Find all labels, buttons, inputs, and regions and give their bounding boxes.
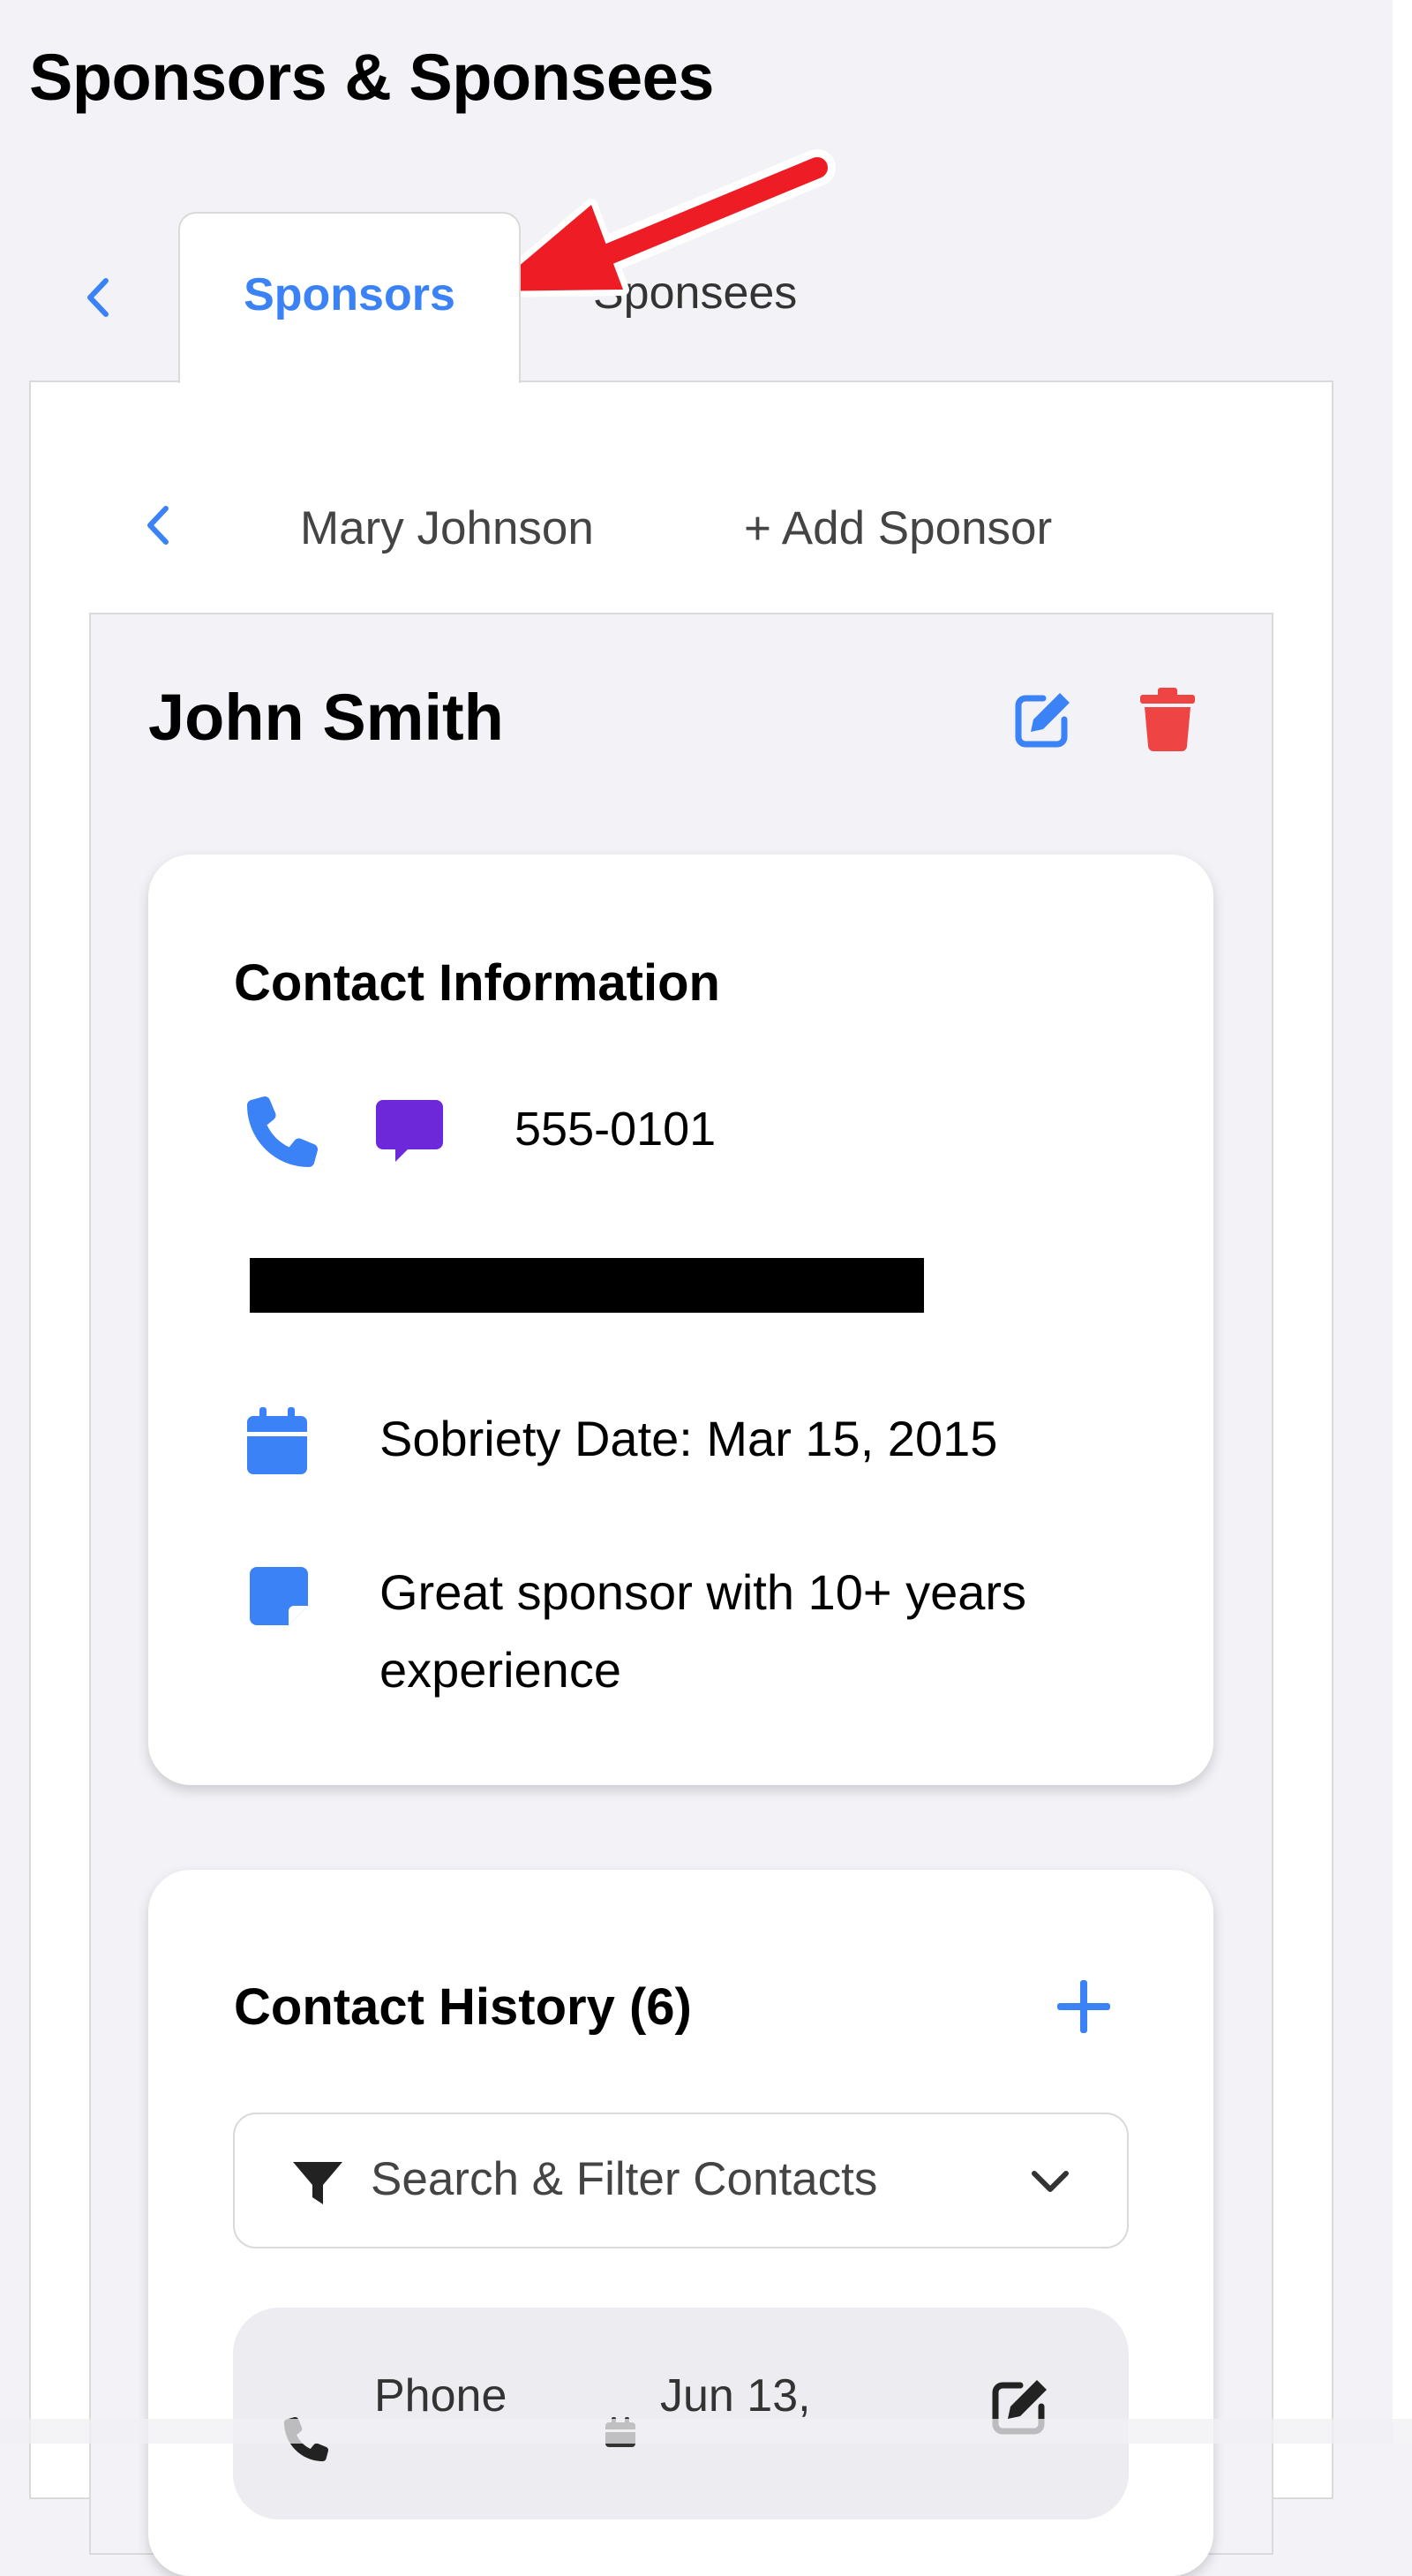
phone-icon[interactable] [247, 1096, 318, 1167]
sponsor-tab-mary-johnson[interactable]: Mary Johnson [300, 501, 594, 555]
sponsor-tab-bar: Mary Johnson + Add Sponsor [0, 477, 1412, 583]
add-sponsor-button[interactable]: + Add Sponsor [744, 501, 1052, 555]
history-item-type: Phone [374, 2370, 507, 2422]
plus-icon[interactable] [1052, 1975, 1115, 2038]
tab-sponsees[interactable]: Sponsees [593, 267, 797, 320]
bottom-fade [0, 2419, 1412, 2444]
message-icon[interactable] [374, 1096, 445, 1167]
tab-sponsors[interactable]: Sponsors [178, 212, 521, 383]
tab-sponsors-label: Sponsors [244, 269, 455, 320]
sponsor-notes: Great sponsor with 10+ years experience [379, 1564, 1027, 1698]
contact-history-title: Contact History (6) [234, 1978, 692, 2036]
chevron-left-icon[interactable] [141, 503, 176, 547]
contact-information-title: Contact Information [234, 954, 720, 1012]
chevron-left-icon[interactable] [81, 275, 116, 320]
filter-icon [293, 2162, 342, 2204]
outer-tab-bar: Sponsors Sponsees [0, 212, 1412, 383]
phone-number: 555-0101 [514, 1103, 717, 1156]
note-icon [250, 1567, 308, 1625]
chevron-down-icon [1032, 2171, 1069, 2192]
edit-icon[interactable] [1011, 688, 1075, 751]
page-title: Sponsors & Sponsees [29, 41, 714, 114]
sobriety-date: Sobriety Date: Mar 15, 2015 [379, 1411, 998, 1466]
sponsor-name: John Smith [148, 681, 504, 754]
filter-label: Search & Filter Contacts [371, 2153, 878, 2205]
calendar-icon [247, 1407, 307, 1474]
history-item-date: Jun 13, [660, 2370, 811, 2422]
redacted-bar [250, 1258, 924, 1313]
trash-icon[interactable] [1140, 688, 1195, 751]
